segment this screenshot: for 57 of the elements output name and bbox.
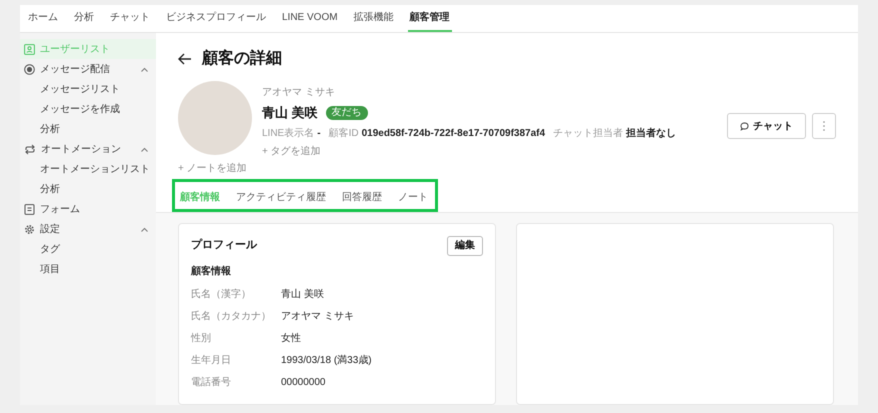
row-label: 氏名（漢字） — [191, 288, 252, 302]
row-label: 氏名（カタカナ） — [191, 310, 272, 324]
row-value: 青山 美咲 — [281, 288, 324, 302]
chat-button[interactable]: チャット — [727, 113, 806, 139]
row-label: 性別 — [191, 332, 212, 346]
customer-name: 青山 美咲 — [262, 104, 318, 122]
sidebar-item[interactable]: タグ — [20, 239, 156, 259]
row-value: 1993/03/18 (満33歳) — [281, 354, 372, 368]
tab[interactable]: アクティビティ履歴 — [234, 186, 328, 212]
nav-tab[interactable]: ホーム — [26, 10, 60, 32]
field-value: 019ed58f-724b-722f-8e17-70709f387af4 — [362, 126, 546, 140]
tab[interactable]: 回答履歴 — [340, 186, 384, 212]
sidebar-item[interactable]: 項目 — [20, 259, 156, 279]
row-value: アオヤマ ミサキ — [281, 310, 354, 324]
repeat-icon — [24, 144, 36, 154]
customer-kana: アオヤマ ミサキ — [262, 86, 336, 100]
row-label: 生年月日 — [191, 354, 232, 368]
sidebar-item[interactable]: メッセージを作成 — [20, 99, 156, 119]
row-value: 00000000 — [281, 376, 326, 390]
nav-tab[interactable]: ビジネスプロフィール — [164, 10, 268, 32]
field-label: LINE表示名 — [262, 126, 314, 140]
sidebar-item[interactable]: 分析 — [20, 119, 156, 139]
chevron-up-icon — [141, 66, 148, 72]
field-label: 顧客ID — [328, 126, 359, 140]
sidebar-item[interactable]: メッセージ配信 — [20, 59, 156, 79]
page-title: 顧客の詳細 — [202, 48, 282, 69]
settings-icon — [24, 224, 35, 234]
edit-button[interactable]: 編集 — [447, 236, 483, 256]
sidebar-item[interactable]: オートメーション — [20, 139, 156, 159]
target-icon — [24, 64, 35, 74]
field-value: 担当者なし — [626, 126, 676, 140]
row-label: 電話番号 — [191, 376, 232, 390]
nav-tab[interactable]: 拡張機能 — [352, 10, 396, 32]
chevron-up-icon — [141, 226, 148, 232]
sidebar-item[interactable]: オートメーションリスト — [20, 159, 156, 179]
sidebar-item[interactable]: 設定 — [20, 219, 156, 239]
speech-bubble-icon — [740, 122, 749, 130]
back-arrow-icon[interactable] — [178, 53, 192, 65]
add-note-link[interactable]: + ノートを追加 — [178, 160, 836, 176]
add-tag-link[interactable]: + タグを追加 — [262, 144, 321, 158]
card-title: プロフィール — [191, 238, 257, 254]
sidebar-item[interactable]: フォーム — [20, 199, 156, 219]
row-value: 女性 — [281, 332, 301, 346]
sidebar-item[interactable]: 分析 — [20, 179, 156, 199]
tab[interactable]: ノート — [396, 186, 430, 212]
nav-tab[interactable]: 顧客管理 — [408, 10, 452, 32]
field-label: チャット担当者 — [553, 126, 624, 140]
field-value: - — [317, 126, 321, 140]
nav-tab[interactable]: チャット — [108, 10, 152, 32]
sidebar-item[interactable]: メッセージリスト — [20, 79, 156, 99]
friend-badge: 友だち — [326, 106, 368, 120]
id-card-icon — [24, 44, 35, 54]
nav-tab[interactable]: 分析 — [72, 10, 96, 32]
section-heading: 顧客情報 — [191, 264, 232, 278]
nav-tab[interactable]: LINE VOOM — [280, 10, 340, 32]
form-icon — [24, 204, 35, 214]
chevron-up-icon — [141, 146, 148, 152]
